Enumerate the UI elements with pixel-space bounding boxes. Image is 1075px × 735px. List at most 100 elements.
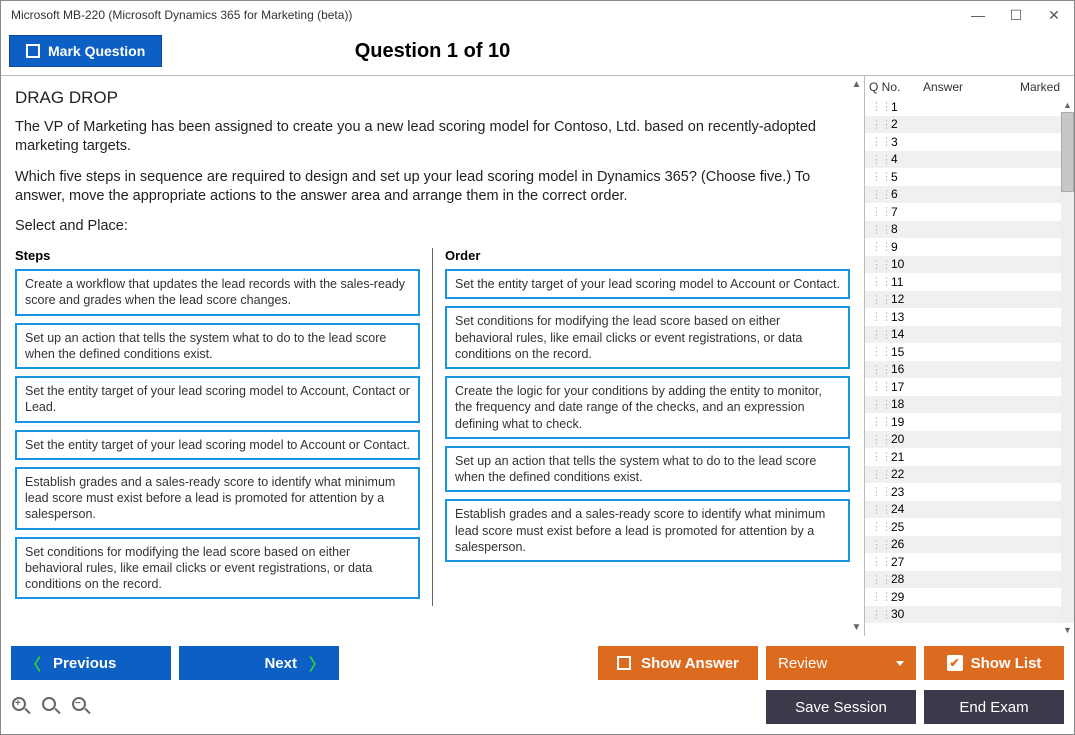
- step-card[interactable]: Create a workflow that updates the lead …: [15, 269, 420, 316]
- row-number: 30: [891, 607, 904, 621]
- drag-handle-icon: ⋮⋮: [871, 345, 891, 358]
- question-list-row[interactable]: ⋮⋮ 11: [865, 273, 1074, 291]
- question-scroll[interactable]: ▲ ▼ DRAG DROP The VP of Marketing has be…: [1, 76, 864, 636]
- row-number: 22: [891, 467, 904, 481]
- steps-column: Steps Create a workflow that updates the…: [15, 248, 432, 606]
- question-type: DRAG DROP: [15, 88, 850, 108]
- save-session-label: Save Session: [795, 699, 887, 716]
- list-scroll-track[interactable]: [1061, 112, 1074, 622]
- next-label: Next: [264, 655, 297, 672]
- list-scroll-thumb[interactable]: [1061, 112, 1074, 192]
- row-number: 12: [891, 292, 904, 306]
- zoom-out-icon[interactable]: −: [71, 696, 93, 718]
- review-button[interactable]: Review: [766, 646, 916, 680]
- row-number: 5: [891, 170, 898, 184]
- drag-handle-icon: ⋮⋮: [871, 293, 891, 306]
- step-card[interactable]: Set up an action that tells the system w…: [15, 323, 420, 370]
- drag-handle-icon: ⋮⋮: [871, 275, 891, 288]
- order-card[interactable]: Set conditions for modifying the lead sc…: [445, 306, 850, 369]
- row-number: 19: [891, 415, 904, 429]
- question-list-row[interactable]: ⋮⋮ 10: [865, 256, 1074, 274]
- drag-handle-icon: ⋮⋮: [871, 258, 891, 271]
- drag-handle-icon: ⋮⋮: [871, 538, 891, 551]
- drag-handle-icon: ⋮⋮: [871, 415, 891, 428]
- question-list-row[interactable]: ⋮⋮ 18: [865, 396, 1074, 414]
- end-exam-button[interactable]: End Exam: [924, 690, 1064, 724]
- question-list-row[interactable]: ⋮⋮ 28: [865, 571, 1074, 589]
- scroll-down-icon[interactable]: ▼: [850, 621, 863, 634]
- step-card[interactable]: Set the entity target of your lead scori…: [15, 376, 420, 423]
- question-list-row[interactable]: ⋮⋮ 2: [865, 116, 1074, 134]
- drag-handle-icon: ⋮⋮: [871, 240, 891, 253]
- question-list-row[interactable]: ⋮⋮ 1: [865, 98, 1074, 116]
- footer-row-1: 〈 Previous Next 〉 Show Answer Review ✔ S…: [1, 636, 1074, 690]
- order-card[interactable]: Create the logic for your conditions by …: [445, 376, 850, 439]
- question-list-row[interactable]: ⋮⋮ 22: [865, 466, 1074, 484]
- question-list-row[interactable]: ⋮⋮ 8: [865, 221, 1074, 239]
- question-list-row[interactable]: ⋮⋮ 19: [865, 413, 1074, 431]
- steps-header: Steps: [15, 248, 420, 263]
- close-icon[interactable]: ✕: [1044, 7, 1064, 24]
- question-list-row[interactable]: ⋮⋮ 30: [865, 606, 1074, 624]
- drag-drop-area: Steps Create a workflow that updates the…: [15, 248, 850, 606]
- drag-handle-icon: ⋮⋮: [871, 590, 891, 603]
- header-row: Mark Question Question 1 of 10: [1, 27, 1074, 75]
- question-list-row[interactable]: ⋮⋮ 15: [865, 343, 1074, 361]
- show-list-label: Show List: [971, 655, 1042, 672]
- list-scrollbar[interactable]: ▲ ▼: [1061, 98, 1074, 636]
- show-answer-button[interactable]: Show Answer: [598, 646, 758, 680]
- drag-handle-icon: ⋮⋮: [871, 380, 891, 393]
- step-card[interactable]: Set the entity target of your lead scori…: [15, 430, 420, 460]
- mark-question-label: Mark Question: [48, 43, 145, 59]
- zoom-in-icon[interactable]: +: [11, 696, 33, 718]
- drag-handle-icon: ⋮⋮: [871, 433, 891, 446]
- question-list-row[interactable]: ⋮⋮ 16: [865, 361, 1074, 379]
- end-exam-label: End Exam: [959, 699, 1028, 716]
- question-list-row[interactable]: ⋮⋮ 13: [865, 308, 1074, 326]
- app-window: Microsoft MB-220 (Microsoft Dynamics 365…: [0, 0, 1075, 735]
- list-scroll-up-icon[interactable]: ▲: [1061, 98, 1074, 111]
- zoom-reset-icon[interactable]: [41, 696, 63, 718]
- order-card[interactable]: Set the entity target of your lead scori…: [445, 269, 850, 299]
- question-list-row[interactable]: ⋮⋮ 25: [865, 518, 1074, 536]
- question-list-row[interactable]: ⋮⋮ 27: [865, 553, 1074, 571]
- question-list-row[interactable]: ⋮⋮ 14: [865, 326, 1074, 344]
- mark-question-button[interactable]: Mark Question: [9, 35, 162, 67]
- chevron-right-icon: 〉: [309, 651, 325, 675]
- row-number: 14: [891, 327, 904, 341]
- list-scroll-down-icon[interactable]: ▼: [1061, 623, 1074, 636]
- question-list-row[interactable]: ⋮⋮ 21: [865, 448, 1074, 466]
- maximize-icon[interactable]: ☐: [1006, 7, 1026, 24]
- previous-button[interactable]: 〈 Previous: [11, 646, 171, 680]
- row-number: 2: [891, 117, 898, 131]
- step-card[interactable]: Set conditions for modifying the lead sc…: [15, 537, 420, 600]
- question-list-row[interactable]: ⋮⋮ 23: [865, 483, 1074, 501]
- step-card[interactable]: Establish grades and a sales-ready score…: [15, 467, 420, 530]
- next-button[interactable]: Next 〉: [179, 646, 339, 680]
- order-card[interactable]: Establish grades and a sales-ready score…: [445, 499, 850, 562]
- drag-handle-icon: ⋮⋮: [871, 170, 891, 183]
- show-list-button[interactable]: ✔ Show List: [924, 646, 1064, 680]
- question-list-row[interactable]: ⋮⋮ 7: [865, 203, 1074, 221]
- question-list-row[interactable]: ⋮⋮ 5: [865, 168, 1074, 186]
- question-list-row[interactable]: ⋮⋮ 3: [865, 133, 1074, 151]
- question-list-row[interactable]: ⋮⋮ 29: [865, 588, 1074, 606]
- question-list-row[interactable]: ⋮⋮ 4: [865, 151, 1074, 169]
- question-list-row[interactable]: ⋮⋮ 6: [865, 186, 1074, 204]
- question-list-row[interactable]: ⋮⋮ 20: [865, 431, 1074, 449]
- drag-handle-icon: ⋮⋮: [871, 520, 891, 533]
- row-number: 27: [891, 555, 904, 569]
- minimize-icon[interactable]: —: [968, 7, 988, 24]
- question-list-row[interactable]: ⋮⋮ 12: [865, 291, 1074, 309]
- drag-handle-icon: ⋮⋮: [871, 100, 891, 113]
- question-list[interactable]: ▲ ▼ ⋮⋮ 1⋮⋮ 2⋮⋮ 3⋮⋮ 4⋮⋮ 5⋮⋮ 6⋮⋮ 7⋮⋮ 8⋮⋮ 9…: [865, 98, 1074, 636]
- scroll-up-icon[interactable]: ▲: [850, 78, 863, 91]
- row-number: 26: [891, 537, 904, 551]
- question-list-row[interactable]: ⋮⋮ 17: [865, 378, 1074, 396]
- question-list-row[interactable]: ⋮⋮ 24: [865, 501, 1074, 519]
- question-list-row[interactable]: ⋮⋮ 9: [865, 238, 1074, 256]
- save-session-button[interactable]: Save Session: [766, 690, 916, 724]
- question-para-2: Which five steps in sequence are require…: [15, 168, 850, 206]
- order-card[interactable]: Set up an action that tells the system w…: [445, 446, 850, 493]
- question-list-row[interactable]: ⋮⋮ 26: [865, 536, 1074, 554]
